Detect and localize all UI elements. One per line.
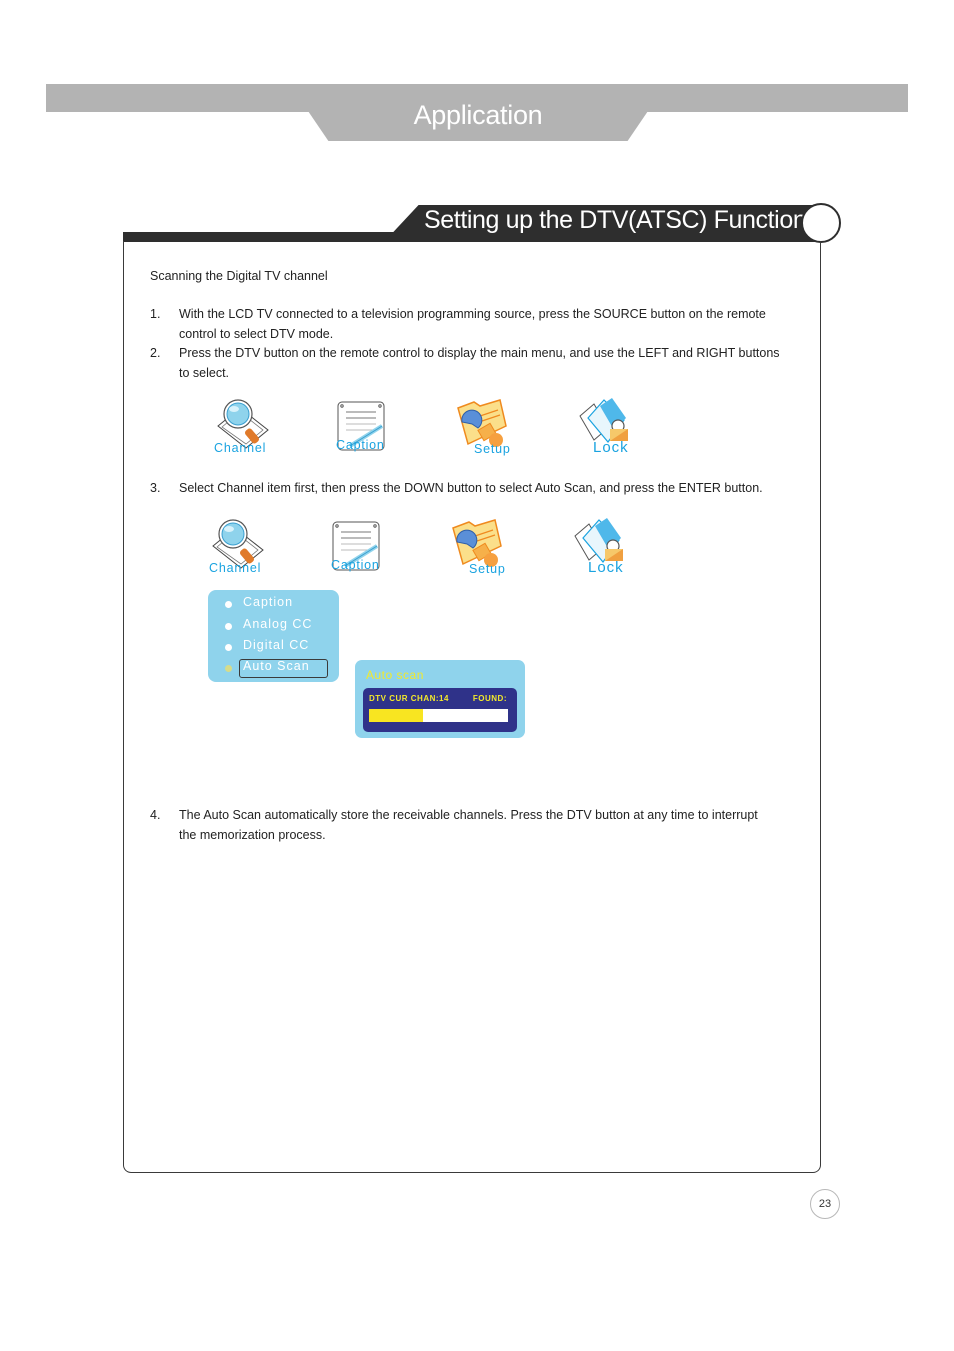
submenu-item-label: Analog CC [243,617,313,631]
step-line: Press the DTV button on the remote contr… [179,346,780,360]
submenu-item-label: Digital CC [243,638,310,652]
menu-item-caption: Caption [336,400,416,460]
submenu-item-label: Caption [243,595,294,609]
bullet-icon [225,623,232,630]
step-text: The Auto Scan automatically store the re… [179,806,819,845]
menu-item-caption: Caption [331,520,411,580]
auto-scan-panel: DTV CUR CHAN:14 FOUND: [363,688,517,732]
main-menu-icons-2: Channel Caption Setup Lock [205,516,645,580]
current-channel: DTV CUR CHAN:14 [369,694,449,703]
intro-heading: Scanning the Digital TV channel [150,269,328,283]
scan-progress-fill [369,709,424,722]
menu-item-label: Channel [209,561,262,575]
menu-item-label: Lock [593,439,629,456]
step-number: 3. [150,481,161,495]
step-text: Press the DTV button on the remote contr… [179,344,819,383]
menu-item-label: Setup [474,442,511,456]
menu-item-label: Setup [469,562,506,576]
auto-scan-dialog: Auto scan DTV CUR CHAN:14 FOUND: [355,660,525,738]
bullet-icon [225,665,232,672]
step-text: Select Channel item first, then press th… [179,479,819,499]
menu-item-lock: Lock [573,516,653,576]
step-text: With the LCD TV connected to a televisio… [179,305,799,344]
step-line: the memorization process. [179,827,326,842]
channel-submenu: Caption Analog CC Digital CC Auto Scan [208,590,339,682]
page-number: 23 [810,1189,840,1219]
menu-item-channel: Channel [207,516,287,576]
scan-progress-bar [369,709,508,722]
menu-item-setup: Setup [454,396,534,456]
step-line: control to select DTV mode. [179,326,334,341]
menu-item-label: Channel [214,441,267,455]
menu-item-label: Lock [588,559,624,576]
section-circle-icon [801,203,841,243]
submenu-item-auto-scan[interactable]: Auto Scan [208,658,339,679]
menu-item-setup: Setup [449,516,529,576]
menu-item-label: Caption [331,558,380,572]
step-number: 2. [150,346,161,360]
submenu-item-digital-cc[interactable]: Digital CC [208,637,339,658]
submenu-item-analog-cc[interactable]: Analog CC [208,616,339,637]
step-line: With the LCD TV connected to a televisio… [179,307,766,321]
section-title: Setting up the DTV(ATSC) Function [424,206,807,234]
step-line: Select Channel item first, then press th… [179,481,763,495]
menu-item-label: Caption [336,438,385,452]
found-count: FOUND: [472,694,507,703]
bullet-icon [225,601,232,608]
main-menu-icons-1: Channel Caption Setup Lock [210,396,650,460]
submenu-item-label: Auto Scan [243,659,310,673]
step-number: 1. [150,307,161,321]
submenu-item-caption[interactable]: Caption [208,594,339,615]
step-line: The Auto Scan automatically store the re… [179,808,758,822]
menu-item-lock: Lock [578,396,658,456]
bullet-icon [225,644,232,651]
step-number: 4. [150,808,161,822]
menu-item-channel: Channel [212,396,292,456]
auto-scan-title: Auto scan [366,668,424,682]
step-line: to select. [179,365,230,380]
page-title: Application [413,100,543,130]
